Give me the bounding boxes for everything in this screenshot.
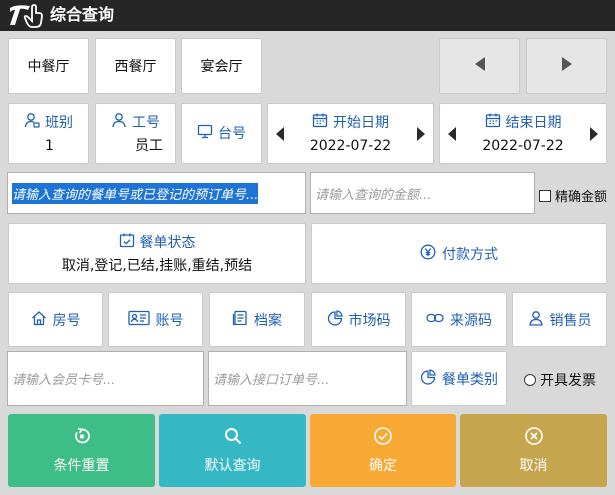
window-title: 综合查询 [50, 5, 115, 24]
shift-label: 班别 [45, 114, 73, 131]
filter-source-code-button[interactable]: 来源码 [411, 292, 507, 347]
filter-market-code-label: 市场码 [348, 312, 391, 329]
amount-search-input[interactable]: 请输入查询的金额... [310, 172, 535, 214]
shift-user-icon [24, 112, 45, 133]
triangle-left-icon [474, 56, 486, 76]
start-date-prev-icon[interactable] [276, 126, 284, 141]
title-bar: 综合查询 [0, 0, 615, 31]
confirm-label: 确定 [369, 457, 397, 474]
invoice-label: 开具发票 [540, 373, 596, 389]
hall-tab-chinese[interactable]: 中餐厅 [8, 38, 89, 94]
start-date-value: 2022-07-22 [309, 138, 392, 154]
end-date-next-icon[interactable] [590, 126, 598, 141]
end-date-prev-icon[interactable] [448, 126, 456, 141]
order-status-label: 餐单状态 [139, 234, 196, 251]
payment-method-button[interactable]: 付款方式 [311, 223, 607, 284]
close-circle-icon [524, 426, 543, 455]
member-card-placeholder: 请输入会员卡号... [12, 373, 116, 388]
next-page-button[interactable] [526, 38, 607, 94]
reset-conditions-button[interactable]: 条件重置 [8, 414, 155, 487]
invoice-radio[interactable]: 开具发票 [524, 370, 596, 390]
interface-order-placeholder: 请输入接口订单号... [213, 373, 330, 388]
exact-amount-checkbox[interactable]: 精确金额 [539, 186, 607, 205]
confirm-button[interactable]: 确定 [310, 414, 456, 487]
default-query-button[interactable]: 默认查询 [159, 414, 306, 487]
checkbox-box[interactable] [539, 189, 551, 202]
calendar-icon [312, 112, 333, 133]
start-date-label: 开始日期 [333, 114, 389, 131]
radio-circle[interactable] [524, 374, 536, 386]
user-icon [528, 310, 550, 330]
link-icon [426, 310, 450, 330]
end-date-label: 结束日期 [505, 114, 562, 131]
filter-room-label: 房号 [52, 312, 81, 329]
hall-tab-banquet[interactable]: 宴会厅 [181, 38, 262, 94]
order-category-button[interactable]: 餐单类别 [411, 351, 507, 406]
order-status-value: 取消,登记,已结,挂账,重结,预结 [61, 258, 253, 274]
order-status-selector[interactable]: 餐单状态 取消,登记,已结,挂账,重结,预结 [8, 223, 306, 284]
filter-source-code-label: 来源码 [450, 312, 492, 329]
employee-label: 工号 [132, 114, 160, 131]
calendar-icon [485, 112, 506, 133]
filter-room-button[interactable]: 房号 [8, 292, 103, 347]
amount-placeholder: 请输入查询的金额... [315, 187, 432, 203]
filter-account-button[interactable]: 账号 [108, 292, 203, 347]
order-search-text: 请输入查询的餐单号或已登记的预订单号... [12, 182, 259, 204]
document-icon [232, 310, 254, 330]
id-card-icon [127, 310, 156, 330]
hall-tab-western[interactable]: 西餐厅 [95, 38, 176, 94]
filter-market-code-button[interactable]: 市场码 [311, 292, 406, 347]
cancel-label: 取消 [519, 457, 548, 474]
search-icon [224, 427, 242, 455]
check-circle-icon [374, 426, 392, 455]
filter-salesperson-button[interactable]: 销售员 [512, 292, 607, 347]
house-icon [31, 310, 53, 330]
prev-page-button[interactable] [439, 38, 520, 94]
yen-icon [420, 244, 442, 264]
user-icon [111, 112, 132, 133]
payment-method-label: 付款方式 [442, 246, 498, 263]
app-logo-icon [6, 3, 44, 33]
member-card-input[interactable]: 请输入会员卡号... [7, 351, 204, 406]
filter-account-label: 账号 [155, 312, 184, 329]
calendar-check-icon [119, 232, 140, 253]
table-label: 台号 [218, 125, 246, 142]
filter-salesperson-label: 销售员 [549, 312, 592, 329]
order-search-input[interactable]: 请输入查询的餐单号或已登记的预订单号... [7, 172, 306, 214]
end-date-picker[interactable]: 结束日期 2022-07-22 [439, 103, 607, 164]
shift-value: 1 [45, 138, 54, 154]
cancel-button[interactable]: 取消 [460, 414, 607, 487]
table-selector[interactable]: 台号 [181, 103, 262, 164]
start-date-next-icon[interactable] [417, 126, 425, 141]
filter-profile-label: 档案 [254, 312, 282, 329]
filter-profile-button[interactable]: 档案 [209, 292, 305, 347]
shift-selector[interactable]: 班别 1 [8, 103, 89, 164]
default-query-label: 默认查询 [204, 457, 261, 474]
pie-chart-icon [327, 309, 349, 330]
exact-amount-label: 精确金额 [555, 190, 608, 205]
triangle-right-icon [561, 56, 573, 76]
interface-order-input[interactable]: 请输入接口订单号... [208, 351, 407, 406]
pie-chart-icon [420, 368, 442, 389]
order-category-label: 餐单类别 [442, 371, 498, 388]
end-date-value: 2022-07-22 [482, 138, 564, 154]
reset-icon [73, 427, 91, 455]
monitor-icon [197, 123, 218, 144]
start-date-picker[interactable]: 开始日期 2022-07-22 [267, 103, 434, 164]
employee-selector[interactable]: 工号 员工 [95, 103, 176, 164]
employee-value: 员工 [135, 138, 163, 154]
reset-conditions-label: 条件重置 [53, 457, 110, 474]
